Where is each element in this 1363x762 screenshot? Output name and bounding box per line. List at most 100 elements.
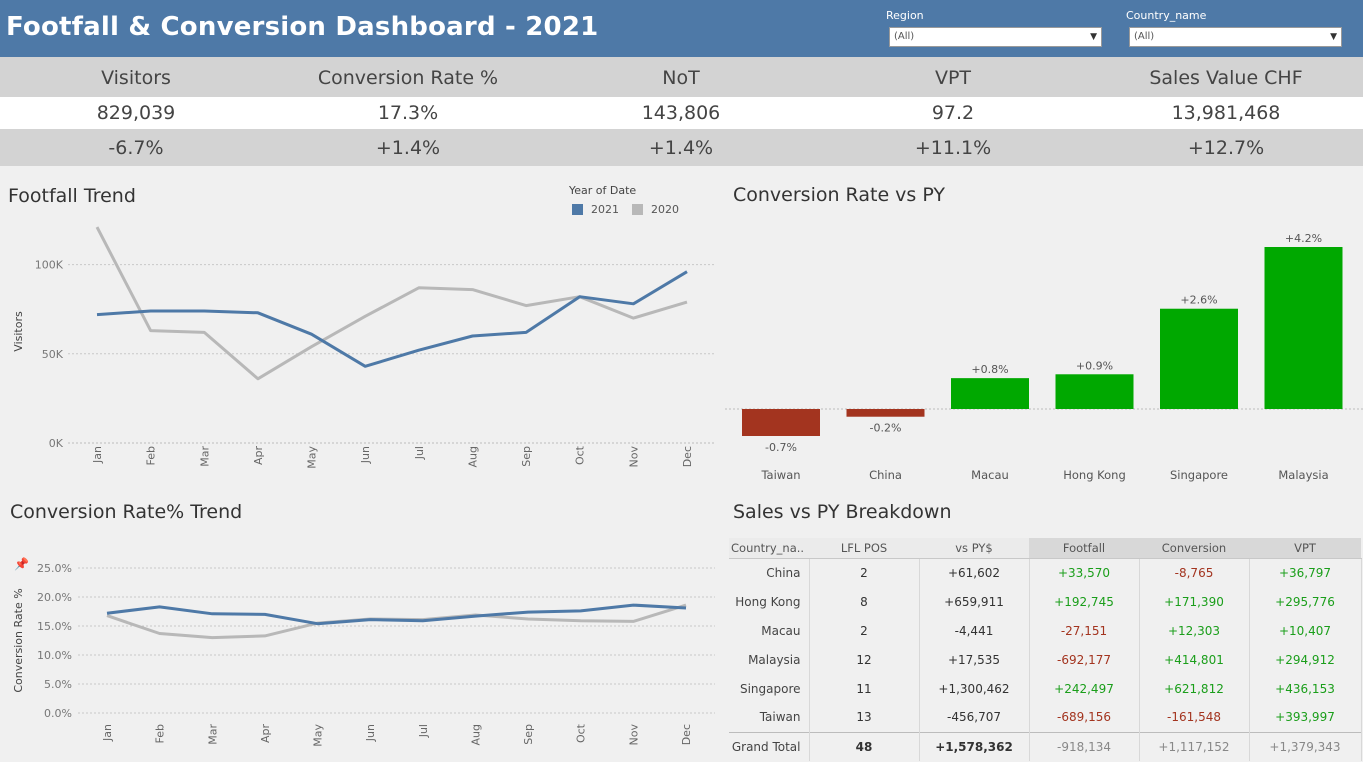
col-header-footfall[interactable]: Footfall: [1029, 538, 1139, 559]
data-label: +4.2%: [1285, 232, 1322, 245]
x-tick-label: Jan: [91, 446, 104, 464]
cell-conversion: -8,765: [1139, 558, 1250, 587]
cell-lfl: 12: [809, 645, 920, 674]
y-tick-label: 20.0%: [37, 591, 72, 604]
kpi-not-label: NoT: [662, 67, 700, 89]
cell-country: Hong Kong: [729, 587, 810, 616]
cell-lfl: 11: [809, 674, 920, 703]
cell-conversion: +12,303: [1139, 616, 1250, 645]
bar-malaysia: [1264, 247, 1343, 409]
x-tick-label: Jun: [364, 724, 377, 742]
x-tick-label: Apr: [252, 446, 265, 466]
x-tick-label: Dec: [681, 446, 694, 467]
x-tick-label: May: [312, 724, 325, 747]
table-row[interactable]: Hong Kong 8 +659,911 +192,745 +171,390 +…: [729, 587, 1362, 616]
footfall-trend-title: Footfall Trend: [8, 185, 136, 207]
y-tick-label: 15.0%: [37, 620, 72, 633]
x-tick-label: Aug: [466, 446, 479, 467]
x-category-label: Singapore: [1170, 468, 1228, 482]
kpi-conversion-label: Conversion Rate %: [317, 67, 499, 89]
cell-vpt: +393,997: [1249, 703, 1362, 732]
cell-vpt: +295,776: [1249, 587, 1362, 616]
x-tick-label: Feb: [145, 446, 158, 465]
cell-lfl: 2: [809, 558, 920, 587]
cell-vs-py: +61,602: [919, 558, 1030, 587]
table-row[interactable]: Taiwan 13 -456,707 -689,156 -161,548 +39…: [729, 703, 1362, 732]
series-line-2020: [95, 226, 688, 381]
legend-swatch-2021: [572, 204, 583, 215]
x-tick-label: Nov: [627, 724, 640, 746]
legend-label-2020: 2020: [651, 203, 679, 216]
conversion-vs-py-title: Conversion Rate vs PY: [733, 184, 945, 206]
cell-conversion: +171,390: [1139, 587, 1250, 616]
kpi-not-change: +1.4%: [648, 137, 714, 159]
dashboard-title: Footfall & Conversion Dashboard - 2021: [6, 12, 599, 42]
cell-vpt: +1,379,343: [1249, 731, 1362, 761]
cell-vs-py: +1,578,362: [919, 731, 1030, 761]
x-tick-label: May: [306, 446, 319, 469]
x-tick-label: Sep: [522, 724, 535, 745]
data-label: +0.9%: [1076, 359, 1113, 372]
region-filter-label: Region: [886, 9, 924, 22]
x-tick-label: Apr: [259, 724, 272, 744]
legend-swatch-2020: [632, 204, 643, 215]
x-tick-label: Oct: [574, 445, 587, 465]
sales-breakdown-title: Sales vs PY Breakdown: [733, 501, 952, 523]
cell-conversion: +1,117,152: [1139, 731, 1250, 761]
col-header-country[interactable]: Country_na..: [729, 538, 809, 559]
kpi-sales-label: Sales Value CHF: [1149, 67, 1303, 89]
col-header-lfl-pos[interactable]: LFL POS: [809, 538, 919, 559]
table-row[interactable]: Macau 2 -4,441 -27,151 +12,303 +10,407: [729, 616, 1362, 645]
country-filter-value: (All): [1134, 31, 1155, 42]
x-tick-label: Mar: [198, 446, 211, 467]
kpi-vpt-value: 97.2: [931, 102, 975, 124]
grand-total-row[interactable]: Grand Total 48 +1,578,362 -918,134 +1,11…: [729, 731, 1362, 761]
cell-footfall: +192,745: [1029, 587, 1140, 616]
y-tick-label: 0K: [49, 437, 64, 450]
col-header-conversion[interactable]: Conversion: [1139, 538, 1249, 559]
cell-lfl: 8: [809, 587, 920, 616]
table-row[interactable]: Singapore 11 +1,300,462 +242,497 +621,81…: [729, 674, 1362, 703]
bar-taiwan: [742, 409, 820, 436]
kpi-changes-row: -6.7% +1.4% +1.4% +11.1% +12.7%: [0, 129, 1363, 166]
kpi-conversion-change: +1.4%: [375, 137, 441, 159]
table-row[interactable]: China 2 +61,602 +33,570 -8,765 +36,797: [729, 558, 1362, 587]
kpi-vpt-change: +11.1%: [914, 137, 992, 159]
region-filter-value: (All): [894, 31, 915, 42]
kpi-visitors-change: -6.7%: [108, 137, 164, 159]
kpi-conversion-value: 17.3%: [377, 102, 439, 124]
cell-lfl: 13: [809, 703, 920, 732]
cell-vs-py: +17,535: [919, 645, 1030, 674]
x-category-label: Hong Kong: [1063, 468, 1126, 482]
y-tick-label: 50K: [42, 348, 64, 361]
country-filter-select[interactable]: (All) ▼: [1129, 27, 1342, 47]
x-category-label: Malaysia: [1278, 468, 1328, 482]
table-row[interactable]: Malaysia 12 +17,535 -692,177 +414,801 +2…: [729, 645, 1362, 674]
col-header-vpt[interactable]: VPT: [1249, 538, 1361, 559]
y-tick-label: 5.0%: [44, 678, 72, 691]
legend-title: Year of Date: [569, 184, 637, 197]
x-tick-label: Oct: [575, 723, 588, 743]
bar-singapore: [1160, 308, 1238, 409]
kpi-visitors-label: Visitors: [101, 67, 171, 89]
y-tick-label: 100K: [35, 259, 64, 272]
kpi-sales-value: 13,981,468: [1171, 102, 1281, 124]
cell-footfall: -689,156: [1029, 703, 1140, 732]
kpi-values-row: 829,039 17.3% 143,806 97.2 13,981,468: [0, 97, 1363, 129]
x-category-label: Macau: [971, 468, 1009, 482]
cell-footfall: +33,570: [1029, 558, 1140, 587]
region-filter-select[interactable]: (All) ▼: [889, 27, 1102, 47]
x-tick-label: Aug: [469, 724, 482, 745]
bar-macau: [951, 378, 1029, 409]
cell-conversion: -161,548: [1139, 703, 1250, 732]
x-tick-label: Dec: [680, 724, 693, 745]
x-tick-label: Jun: [359, 446, 372, 464]
col-header-vs-py[interactable]: vs PY$: [919, 538, 1029, 559]
cell-conversion: +414,801: [1139, 645, 1250, 674]
cell-lfl: 2: [809, 616, 920, 645]
legend-label-2021: 2021: [591, 203, 619, 216]
x-category-label: China: [869, 468, 902, 482]
cell-lfl: 48: [809, 731, 920, 761]
cell-country: Singapore: [729, 674, 810, 703]
cell-vs-py: +1,300,462: [919, 674, 1030, 703]
